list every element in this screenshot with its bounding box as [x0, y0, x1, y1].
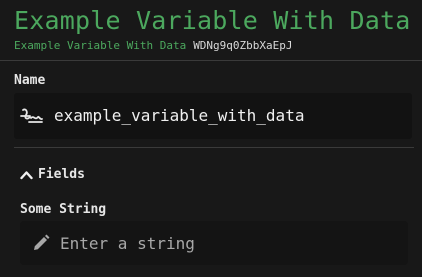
- variable-name-value: example_variable_with_data: [54, 106, 305, 125]
- variable-icon: [20, 107, 44, 125]
- some-string-label: Some String: [20, 202, 107, 217]
- page-title: Example Variable With Data: [14, 6, 411, 35]
- variable-id: WDNg9q0ZbbXaEpJ: [193, 39, 293, 52]
- name-row: example_variable_with_data: [20, 106, 304, 126]
- some-string-input[interactable]: [58, 232, 382, 254]
- subtitle: Example Variable With Data: [14, 39, 187, 52]
- pencil-icon: [32, 234, 50, 252]
- chevron-up-icon: [20, 170, 33, 180]
- fields-toggle[interactable]: Fields: [20, 167, 85, 182]
- some-string-field[interactable]: [20, 221, 408, 265]
- fields-toggle-label: Fields: [38, 167, 85, 182]
- name-divider: [14, 147, 414, 148]
- header-divider: [0, 60, 422, 61]
- name-label: Name: [14, 73, 46, 88]
- subtitle-row: Example Variable With Data WDNg9q0ZbbXaEp…: [14, 39, 293, 53]
